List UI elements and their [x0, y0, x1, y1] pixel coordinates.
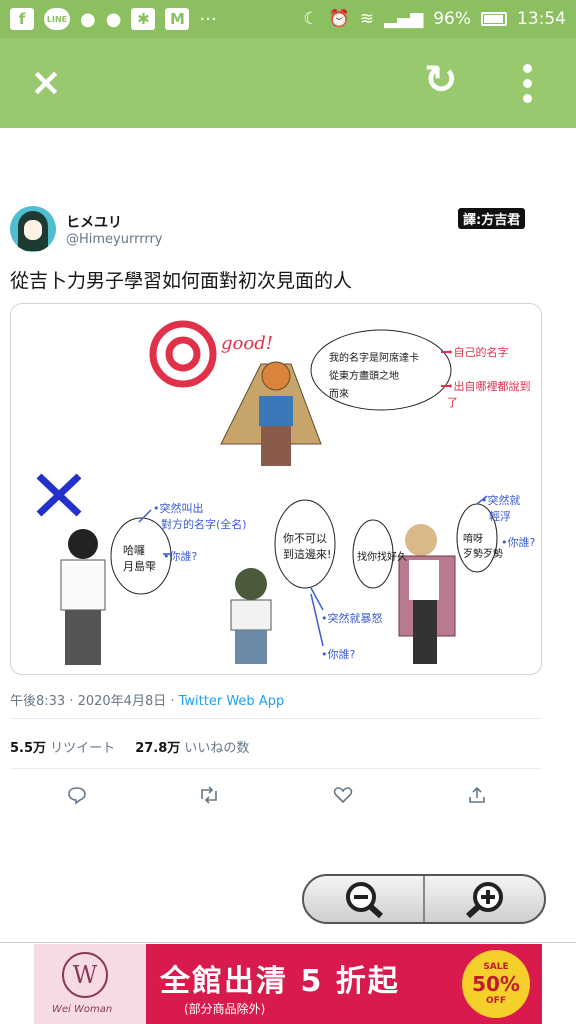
- tweet-source-link[interactable]: Twitter Web App: [179, 694, 285, 709]
- alarm-icon: ⏰: [328, 9, 350, 29]
- tweet-meta: 午後8:33 · 2020年4月8日 · Twitter Web App: [10, 690, 284, 709]
- note-origin: •出自哪裡都說到了: [447, 380, 531, 409]
- character-howl: [405, 524, 437, 556]
- tweet-stats: 5.5万 リツイート 27.8万 いいねの数: [10, 737, 249, 756]
- speech-right-a-text: 找你找好久: [357, 552, 407, 563]
- note-who-bottom: •你誰?: [321, 648, 356, 661]
- display-name[interactable]: ヒメユリ: [66, 212, 122, 232]
- note-own-name: •自己的名字: [447, 346, 509, 359]
- ad-headline: 全館出清 5 折起: [160, 964, 400, 999]
- tweet-actions: [0, 780, 576, 810]
- overflow-menu-icon[interactable]: [522, 64, 532, 103]
- note-frivolous-2: 輕浮: [489, 510, 511, 523]
- divider: [10, 718, 542, 719]
- avatar[interactable]: [10, 206, 56, 252]
- zoom-out-icon[interactable]: [304, 876, 423, 922]
- battery-icon: [481, 12, 507, 26]
- zoom-controls: [302, 874, 546, 924]
- user-handle[interactable]: @Himeyurrrrry: [66, 232, 162, 247]
- x-mark: [36, 473, 82, 517]
- signal-icon: ▂▄▆: [383, 9, 424, 29]
- more-notifications-icon: ···: [199, 8, 217, 30]
- good-label: good!: [221, 333, 273, 354]
- notification-icons: f LINE ● ● ✱ M ···: [10, 8, 217, 30]
- drop-icon: ●: [80, 8, 96, 30]
- character-seiji: [68, 529, 98, 559]
- battery-percent: 96%: [433, 9, 471, 29]
- ad-divider: [0, 942, 576, 943]
- app-icon: ✱: [131, 8, 156, 30]
- gmail-icon: M: [165, 8, 190, 30]
- browser-toolbar: × ↻: [0, 38, 576, 128]
- note-shout-name-2: 對方的名字(全名): [161, 518, 247, 531]
- like-icon[interactable]: [328, 780, 358, 810]
- ad-subtext: (部分商品除外): [184, 1002, 266, 1016]
- tweet-text: 從吉卜力男子學習如何面對初次見面的人: [10, 270, 353, 292]
- red-circle-mark: [149, 320, 217, 388]
- retweet-count[interactable]: 5.5万 リツイート: [10, 737, 115, 756]
- clock: 13:54: [517, 9, 566, 29]
- drop-icon-2: ●: [105, 8, 122, 30]
- facebook-icon: f: [10, 8, 34, 30]
- close-icon[interactable]: ×: [30, 62, 62, 102]
- wifi-icon: ≋: [359, 9, 374, 29]
- note-who-left: •你誰?: [163, 550, 198, 563]
- note-frivolous-1: •突然就: [481, 494, 521, 507]
- divider-2: [10, 768, 542, 769]
- retweet-icon[interactable]: [194, 780, 224, 810]
- tweet-media-image[interactable]: good! 我的名字是阿席達卡 從東方盡頭之地 而來 •自己的名字 •出自哪裡都…: [10, 303, 542, 675]
- reply-icon[interactable]: [62, 780, 92, 810]
- speech-middle-text: 你不可以 到這邊來!: [283, 532, 332, 561]
- tweet-timestamp[interactable]: 午後8:33 · 2020年4月8日 ·: [10, 694, 179, 709]
- status-bar: f LINE ● ● ✱ M ··· ☾ ⏰ ≋ ▂▄▆ 96% 13:54: [0, 0, 576, 38]
- page-content: ヒメユリ @Himeyurrrrry 譯:方吉君 從吉卜力男子學習如何面對初次見…: [0, 128, 576, 944]
- note-who-right: •你誰?: [501, 536, 536, 549]
- speech-left-text: 哈囉 月島雫: [123, 544, 156, 573]
- note-suddenly-angry: •突然就暴怒: [321, 612, 383, 625]
- brand-logo: W Wei Woman: [34, 944, 146, 1024]
- system-status: ☾ ⏰ ≋ ▂▄▆ 96% 13:54: [303, 9, 566, 29]
- sale-badge: SALE 50% OFF: [462, 950, 530, 1018]
- line-icon: LINE: [44, 8, 70, 30]
- translator-label: 譯:方吉君: [458, 208, 526, 229]
- speech-top-text: 我的名字是阿席達卡 從東方盡頭之地 而來: [329, 353, 419, 400]
- ad-banner[interactable]: W Wei Woman 全館出清 5 折起 (部分商品除外) SALE 50% …: [34, 944, 542, 1024]
- share-icon[interactable]: [462, 780, 492, 810]
- do-not-disturb-icon: ☾: [303, 9, 319, 29]
- reload-icon[interactable]: ↻: [424, 58, 458, 102]
- character-haku: [235, 568, 267, 600]
- zoom-in-icon[interactable]: [425, 876, 544, 922]
- speech-right-b-text: 唷呀 歹勢歹勢: [463, 534, 503, 560]
- note-shout-name-1: •突然叫出: [153, 502, 204, 515]
- like-count[interactable]: 27.8万 いいねの数: [135, 737, 249, 756]
